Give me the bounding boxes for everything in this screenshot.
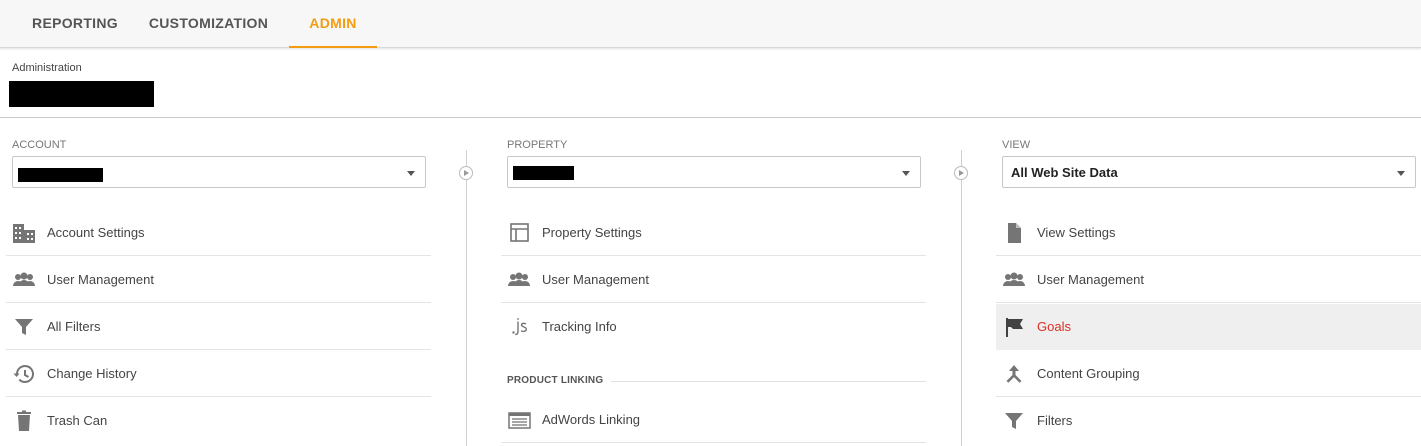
property-selected-redacted — [513, 166, 574, 180]
arrow-right-icon — [459, 166, 473, 180]
all-filters-label: All Filters — [47, 319, 101, 334]
users-icon — [1003, 272, 1025, 286]
users-icon — [508, 272, 530, 286]
page-title: Administration — [12, 62, 82, 74]
tracking-info-label: Tracking Info — [542, 319, 617, 334]
adwords-linking-label: AdWords Linking — [542, 412, 641, 427]
section-divider — [611, 381, 926, 382]
view-filters-label: Filters — [1037, 413, 1073, 428]
trash-can-label: Trash Can — [47, 413, 108, 428]
view-user-management-label: User Management — [1037, 272, 1144, 287]
flag-icon — [1006, 318, 1023, 337]
adwords-icon — [508, 412, 531, 429]
account-column-label: ACCOUNT — [12, 139, 67, 151]
property-settings-label: Property Settings — [542, 225, 642, 240]
js-icon — [512, 318, 528, 336]
filter-icon — [1005, 413, 1023, 429]
chevron-down-icon — [1397, 171, 1405, 176]
change-history-label: Change History — [47, 366, 137, 381]
column-divider — [961, 150, 962, 446]
tracking-info-item[interactable]: Tracking Info — [501, 304, 926, 350]
view-filters-item[interactable]: Filters — [996, 398, 1421, 444]
view-select[interactable]: All Web Site Data — [1002, 156, 1416, 188]
property-select[interactable] — [507, 156, 921, 188]
header-divider — [0, 117, 1421, 118]
adwords-linking-item[interactable]: AdWords Linking — [501, 397, 926, 443]
content-grouping-label: Content Grouping — [1037, 366, 1140, 381]
product-linking-heading: PRODUCT LINKING — [507, 375, 604, 386]
property-user-management-label: User Management — [542, 272, 649, 287]
goals-item[interactable]: Goals — [996, 304, 1421, 350]
account-settings-label: Account Settings — [47, 225, 145, 240]
tab-reporting[interactable]: REPORTING — [24, 0, 126, 47]
history-icon — [13, 365, 34, 383]
account-settings-item[interactable]: Account Settings — [6, 210, 431, 256]
users-icon — [13, 272, 35, 286]
view-settings-item[interactable]: View Settings — [996, 210, 1421, 256]
account-select[interactable] — [12, 156, 426, 188]
view-user-management-item[interactable]: User Management — [996, 257, 1421, 303]
trash-can-item[interactable]: Trash Can — [6, 398, 431, 444]
content-grouping-item[interactable]: Content Grouping — [996, 351, 1421, 397]
grouping-icon — [1006, 365, 1022, 383]
document-icon — [1008, 223, 1021, 243]
account-user-management-item[interactable]: User Management — [6, 257, 431, 303]
view-selected-value: All Web Site Data — [1011, 165, 1118, 180]
tab-customization[interactable]: CUSTOMIZATION — [143, 0, 274, 47]
chevron-down-icon — [902, 171, 910, 176]
arrow-right-icon — [954, 166, 968, 180]
view-column-label: VIEW — [1002, 139, 1031, 151]
property-user-management-item[interactable]: User Management — [501, 257, 926, 303]
account-name-redacted — [9, 81, 154, 107]
tab-admin[interactable]: ADMIN — [289, 0, 377, 48]
chevron-down-icon — [407, 171, 415, 176]
filter-icon — [15, 319, 33, 335]
property-column-label: PROPERTY — [507, 139, 568, 151]
top-navigation: REPORTING CUSTOMIZATION ADMIN — [0, 0, 1421, 48]
goals-label: Goals — [1037, 319, 1071, 334]
account-selected-redacted — [18, 168, 103, 182]
account-user-management-label: User Management — [47, 272, 154, 287]
trash-icon — [17, 410, 31, 431]
all-filters-item[interactable]: All Filters — [6, 304, 431, 350]
building-icon — [13, 224, 35, 243]
column-divider — [466, 150, 467, 446]
layout-icon — [510, 223, 529, 242]
view-settings-label: View Settings — [1037, 225, 1116, 240]
property-settings-item[interactable]: Property Settings — [501, 210, 926, 256]
change-history-item[interactable]: Change History — [6, 351, 431, 397]
